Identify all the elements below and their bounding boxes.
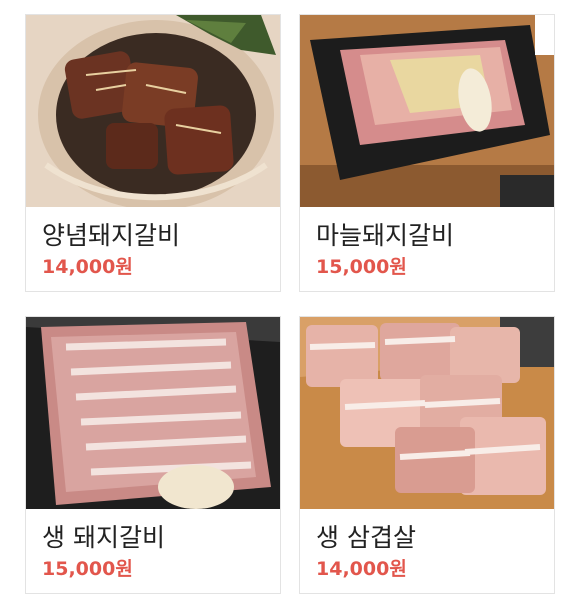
fresh-pork-belly-photo	[300, 317, 554, 509]
menu-item-price: 15,000원	[316, 256, 407, 278]
menu-item-name: 생 돼지갈비	[42, 523, 165, 552]
menu-card-fresh-pork-ribs[interactable]: 생 돼지갈비 15,000원	[25, 316, 281, 594]
menu-item-name: 마늘돼지갈비	[316, 221, 455, 250]
menu-grid: 양념돼지갈비 14,000원 마늘돼지갈비 15,000원 생 돼지갈비 15,…	[0, 0, 580, 599]
menu-card-garlic-pork-ribs[interactable]: 마늘돼지갈비 15,000원	[299, 14, 555, 292]
menu-item-price: 14,000원	[316, 558, 407, 580]
fresh-pork-ribs-photo	[26, 317, 280, 509]
menu-item-price: 15,000원	[42, 558, 133, 580]
menu-item-name: 양념돼지갈비	[42, 221, 181, 250]
menu-item-price: 14,000원	[42, 256, 133, 278]
marinated-pork-ribs-photo	[26, 15, 280, 207]
garlic-pork-ribs-photo	[300, 15, 554, 207]
menu-card-marinated-pork-ribs[interactable]: 양념돼지갈비 14,000원	[25, 14, 281, 292]
menu-card-fresh-pork-belly[interactable]: 생 삼겹살 14,000원	[299, 316, 555, 594]
menu-item-name: 생 삼겹살	[316, 523, 416, 552]
